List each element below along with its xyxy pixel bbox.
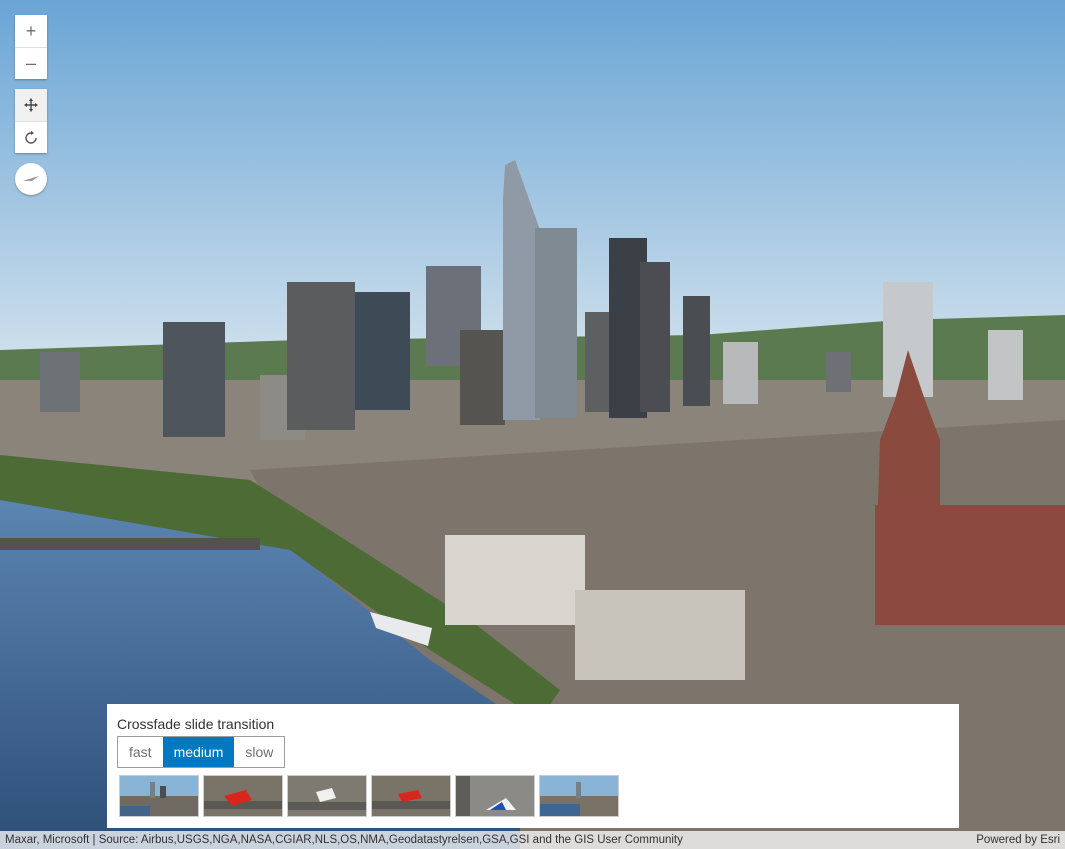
transition-speed-selector: fast medium slow (117, 736, 286, 768)
cathedral-nave (875, 505, 1065, 625)
attribution-bar: Maxar, Microsoft | Source: Airbus,USGS,N… (0, 831, 1065, 849)
slide-thumbnail[interactable] (287, 775, 367, 817)
attribution-sources[interactable]: Maxar, Microsoft | Source: Airbus,USGS,N… (5, 834, 683, 846)
rotate-icon (25, 130, 37, 144)
compass-button[interactable] (15, 163, 47, 195)
panel-title: Crossfade slide transition (117, 716, 275, 732)
slide-thumbnail[interactable] (371, 775, 451, 817)
zoom-out-button[interactable]: – (15, 47, 47, 79)
bridge (0, 538, 260, 550)
riverside-buildings (445, 535, 585, 625)
riverside-buildings-2 (575, 590, 745, 680)
zoom-in-button[interactable]: + (15, 15, 47, 47)
rotate-button[interactable] (15, 121, 47, 153)
slide-strip (119, 775, 619, 817)
pan-icon (24, 98, 38, 112)
slide-thumbnail[interactable] (203, 775, 283, 817)
navigation-mode-toggle (15, 89, 47, 153)
powered-by-esri[interactable]: Powered by Esri (976, 834, 1060, 846)
slides-panel: Crossfade slide transition fast medium s… (107, 704, 959, 828)
slide-thumbnail[interactable] (455, 775, 535, 817)
compass-icon (23, 176, 39, 181)
zoom-controls: + – (15, 15, 47, 79)
transition-option-medium[interactable]: medium (162, 737, 235, 767)
transition-option-fast[interactable]: fast (118, 737, 163, 767)
slide-thumbnail[interactable] (119, 775, 199, 817)
transition-option-slow[interactable]: slow (234, 737, 284, 767)
pan-button[interactable] (15, 89, 47, 121)
slide-thumbnail[interactable] (539, 775, 619, 817)
